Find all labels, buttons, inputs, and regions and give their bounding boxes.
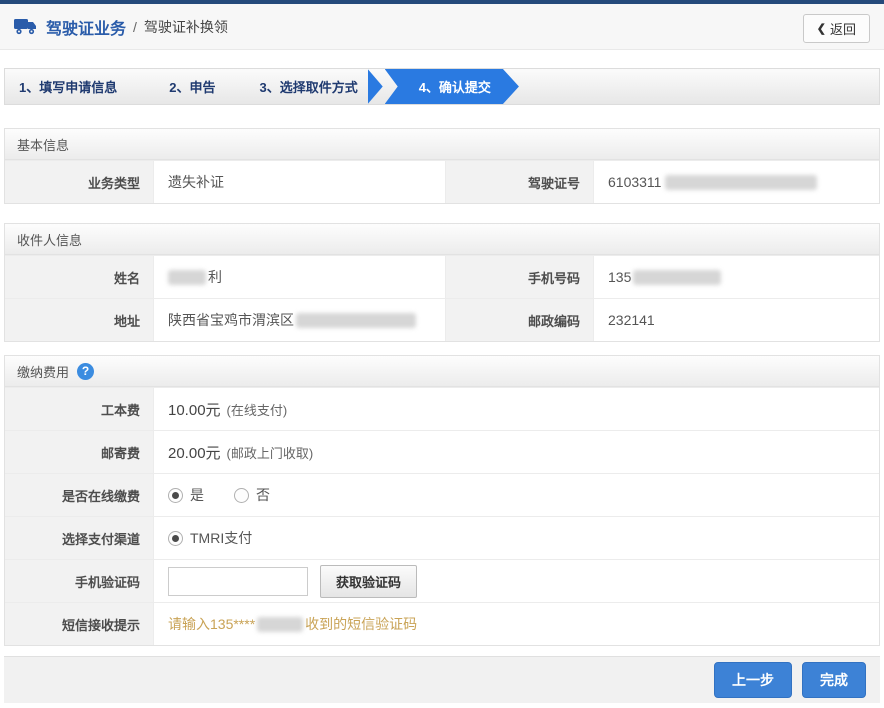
- chevron-left-icon: ❮: [817, 22, 826, 35]
- section-payment-header: 缴纳费用 ?: [5, 356, 879, 387]
- radio-no-label: 否: [256, 485, 270, 505]
- table-row: 短信接收提示 请输入135**** 收到的短信验证码: [5, 602, 879, 645]
- address-label: 地址: [5, 299, 153, 341]
- cost-fee-label: 工本费: [5, 388, 153, 430]
- arrow-head-icon: [368, 69, 383, 104]
- page-title: 驾驶证业务: [46, 15, 126, 39]
- section-basic-info: 基本信息 业务类型 遗失补证 驾驶证号 6103311: [4, 128, 880, 204]
- table-row: 业务类型 遗失补证 驾驶证号 6103311: [5, 160, 879, 203]
- action-footer: 上一步 完成: [4, 656, 880, 703]
- back-button[interactable]: ❮ 返回: [803, 14, 870, 43]
- section-recipient-info: 收件人信息 姓名 利 手机号码 135 地址 陕西省宝鸡市渭滨区 邮政编码 23…: [4, 223, 880, 342]
- phone-value: 135: [593, 256, 879, 298]
- radio-yes-label: 是: [190, 485, 204, 505]
- postcode-value: 232141: [593, 299, 879, 341]
- finish-button[interactable]: 完成: [802, 662, 866, 698]
- sms-code-label: 手机验证码: [5, 560, 153, 602]
- table-row: 是否在线缴费 是 否: [5, 473, 879, 516]
- redacted-license-no: [665, 175, 817, 190]
- radio-online-pay-no[interactable]: [234, 488, 249, 503]
- page-header: 驾驶证业务 / 驾驶证补换领 ❮ 返回: [0, 4, 884, 50]
- name-label: 姓名: [5, 256, 153, 298]
- step-1-fill-info: 1、填写申请信息: [19, 69, 117, 104]
- table-row: 手机验证码 获取验证码: [5, 559, 879, 602]
- business-type-label: 业务类型: [5, 161, 153, 203]
- radio-tmri-label: TMRI支付: [190, 528, 252, 548]
- sms-hint-label: 短信接收提示: [5, 603, 153, 645]
- section-recipient-header: 收件人信息: [5, 224, 879, 255]
- prev-step-button[interactable]: 上一步: [714, 662, 792, 698]
- table-row: 地址 陕西省宝鸡市渭滨区 邮政编码 232141: [5, 298, 879, 341]
- redacted-address: [296, 313, 416, 328]
- step-3-pickup-method: 3、选择取件方式: [259, 69, 357, 104]
- license-no-label: 驾驶证号: [445, 161, 593, 203]
- section-payment: 缴纳费用 ? 工本费 10.00元 (在线支付) 邮寄费 20.00元 (邮政上…: [4, 355, 880, 646]
- sms-code-controls: 获取验证码: [153, 560, 879, 602]
- redacted-sms-phone: [257, 617, 303, 632]
- address-value: 陕西省宝鸡市渭滨区: [153, 299, 445, 341]
- postage-fee-value: 20.00元 (邮政上门收取): [153, 431, 879, 473]
- business-type-value: 遗失补证: [153, 161, 445, 203]
- sms-code-input[interactable]: [168, 567, 308, 596]
- radio-online-pay-yes[interactable]: [168, 488, 183, 503]
- back-button-label: 返回: [830, 19, 856, 38]
- postcode-label: 邮政编码: [445, 299, 593, 341]
- section-basic-header: 基本信息: [5, 129, 879, 160]
- redacted-name: [168, 270, 206, 285]
- sms-hint-value: 请输入135**** 收到的短信验证码: [153, 603, 879, 645]
- step-2-declare: 2、申告: [169, 69, 215, 104]
- phone-label: 手机号码: [445, 256, 593, 298]
- online-pay-label: 是否在线缴费: [5, 474, 153, 516]
- license-no-value: 6103311: [593, 161, 879, 203]
- name-value: 利: [153, 256, 445, 298]
- breadcrumb-current: 驾驶证补换领: [144, 17, 228, 37]
- section-basic-title: 基本信息: [17, 135, 69, 154]
- redacted-phone: [633, 270, 721, 285]
- table-row: 工本费 10.00元 (在线支付): [5, 387, 879, 430]
- table-row: 姓名 利 手机号码 135: [5, 255, 879, 298]
- truck-icon: [14, 18, 38, 35]
- help-icon[interactable]: ?: [77, 363, 94, 380]
- breadcrumb-divider: /: [133, 19, 137, 35]
- cost-fee-value: 10.00元 (在线支付): [153, 388, 879, 430]
- section-recipient-title: 收件人信息: [17, 230, 82, 249]
- pay-channel-options: TMRI支付: [153, 517, 879, 559]
- table-row: 选择支付渠道 TMRI支付: [5, 516, 879, 559]
- pay-channel-label: 选择支付渠道: [5, 517, 153, 559]
- step-4-confirm-submit: 4、确认提交: [385, 69, 519, 104]
- step-4-active-arrow: 4、确认提交: [368, 69, 519, 104]
- postage-fee-label: 邮寄费: [5, 431, 153, 473]
- get-code-button[interactable]: 获取验证码: [320, 565, 417, 598]
- section-payment-title: 缴纳费用: [17, 362, 69, 381]
- step-progress-bar: 1、填写申请信息 2、申告 3、选择取件方式 4、确认提交: [4, 68, 880, 105]
- online-pay-options: 是 否: [153, 474, 879, 516]
- table-row: 邮寄费 20.00元 (邮政上门收取): [5, 430, 879, 473]
- radio-tmri-pay[interactable]: [168, 531, 183, 546]
